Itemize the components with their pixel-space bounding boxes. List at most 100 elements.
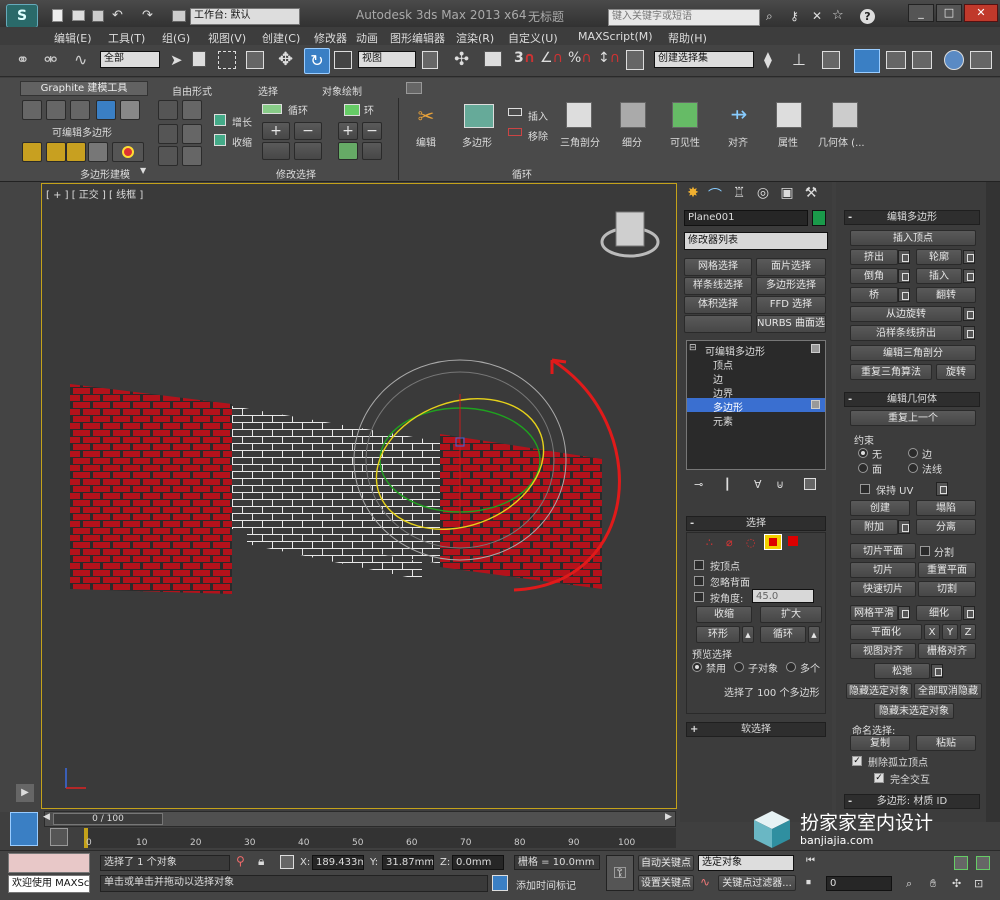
ribbon-options-icon[interactable] bbox=[406, 82, 422, 94]
modifier-list-dropdown[interactable]: 修改器列表 bbox=[684, 232, 828, 250]
preview-subobject-radio[interactable] bbox=[734, 662, 744, 672]
modify-tab-icon[interactable]: ⌒ bbox=[706, 185, 724, 204]
isolate-icon[interactable]: ⚲ bbox=[236, 854, 245, 868]
copy-button[interactable]: 复制 bbox=[850, 735, 910, 751]
project-folder-icon[interactable] bbox=[172, 10, 186, 22]
select-object-icon[interactable]: ➤ bbox=[170, 51, 183, 69]
target-icon[interactable] bbox=[112, 142, 144, 162]
object-name-field[interactable]: Plane001 bbox=[684, 210, 808, 226]
relax-settings-button[interactable] bbox=[931, 664, 943, 678]
cut-button[interactable]: 切割 bbox=[918, 581, 976, 597]
remove-label[interactable]: 移除 bbox=[528, 128, 548, 143]
orbit-icon[interactable]: ✣ bbox=[952, 877, 961, 890]
geometry-big-icon[interactable] bbox=[832, 102, 858, 128]
x-coord-field[interactable]: 189.433mm bbox=[312, 855, 364, 870]
ribbon-tab-selection[interactable]: 选择 bbox=[258, 83, 278, 98]
slice-button[interactable]: 切片 bbox=[850, 562, 916, 578]
outline-button[interactable]: 轮廓 bbox=[916, 249, 962, 265]
search-input[interactable]: 键入关键字或短语 bbox=[608, 9, 760, 26]
track-bar[interactable] bbox=[84, 828, 676, 848]
extrude-button[interactable]: 挤出 bbox=[850, 249, 898, 265]
viewport-layout-icon[interactable] bbox=[10, 812, 38, 846]
flip-button[interactable]: 翻转 bbox=[916, 287, 976, 303]
motion-tab-icon[interactable]: ◎ bbox=[754, 185, 772, 203]
retriangulate-button[interactable]: 重复三角算法 bbox=[850, 364, 932, 380]
ring-label[interactable]: 环 bbox=[364, 102, 374, 117]
redo-icon[interactable]: ↷ bbox=[142, 8, 153, 23]
preview-multi-label[interactable]: 多个 bbox=[800, 660, 820, 675]
viewport[interactable]: [ + ] [ 正交 ] [ 线框 ] bbox=[41, 183, 677, 809]
render-setup-icon[interactable] bbox=[944, 50, 964, 70]
triangulate-big-icon[interactable] bbox=[566, 102, 592, 128]
time-tag-icon[interactable] bbox=[492, 875, 508, 891]
pin-stack-icon[interactable]: ⊸ bbox=[694, 478, 703, 491]
extrude-along-spline-button[interactable]: 沿样条线挤出 bbox=[850, 325, 962, 341]
inset-button[interactable]: 插入 bbox=[916, 268, 962, 284]
zoom-icon[interactable]: ⌕ bbox=[906, 877, 912, 891]
meshsmooth-button[interactable]: 网格平滑 bbox=[850, 605, 898, 621]
remove-icon[interactable] bbox=[508, 128, 522, 136]
ribbon-tab-graphite[interactable]: Graphite 建模工具 bbox=[20, 81, 148, 96]
mod-sel-2-icon[interactable] bbox=[182, 100, 202, 120]
selected-set-dropdown[interactable]: 选定对象 bbox=[698, 855, 794, 871]
time-slider[interactable]: 0 / 100 ◀ ▶ bbox=[43, 811, 676, 827]
grow-icon[interactable] bbox=[214, 114, 226, 126]
by-vertex-label[interactable]: 按顶点 bbox=[710, 558, 740, 573]
stack-item-vertex[interactable]: 顶点 bbox=[713, 357, 733, 372]
menu-graph-editors[interactable]: 图形编辑器 bbox=[390, 30, 445, 46]
planar-y-button[interactable]: Y bbox=[942, 624, 958, 640]
outline-settings-button[interactable] bbox=[963, 250, 975, 264]
stack-item-element[interactable]: 元素 bbox=[713, 413, 733, 428]
menu-group[interactable]: 组(G) bbox=[162, 30, 190, 46]
edit-named-sets-icon[interactable] bbox=[626, 50, 644, 70]
workspace-dropdown[interactable]: 工作台: 默认 bbox=[190, 8, 300, 25]
bevel-settings-button[interactable] bbox=[898, 269, 910, 283]
poly-select-button[interactable]: 多边形选择 bbox=[756, 277, 826, 295]
unlink-icon[interactable]: ⚮ bbox=[44, 50, 57, 69]
polygon-modeling-square-icon[interactable] bbox=[96, 100, 116, 120]
time-config-icon[interactable]: ⏹ bbox=[806, 877, 811, 888]
polygon-modeling-footer[interactable]: 多边形建模 bbox=[80, 166, 130, 181]
set-key-button[interactable]: 设置关键点 bbox=[638, 875, 694, 891]
soft-selection-rollout-header[interactable]: + 软选择 bbox=[686, 722, 826, 737]
spinner-snap-icon[interactable]: ↕∩ bbox=[598, 50, 620, 66]
extrude-along-spline-settings-button[interactable] bbox=[963, 326, 975, 340]
key-icon[interactable]: ⚷ bbox=[790, 9, 799, 23]
split-checkbox[interactable] bbox=[920, 546, 930, 556]
polygon-level-icon-active[interactable] bbox=[764, 534, 782, 550]
loop-spinner[interactable]: ▲ bbox=[808, 626, 820, 643]
modify-selection-footer[interactable]: 修改选择 bbox=[276, 166, 316, 181]
patch-select-button[interactable]: 面片选择 bbox=[756, 258, 826, 276]
remove-modifier-icon[interactable]: ⊍ bbox=[776, 478, 784, 491]
ring-icon[interactable] bbox=[344, 104, 360, 116]
search-binoculars-icon[interactable]: ⌕ bbox=[766, 9, 773, 24]
y-coord-field[interactable]: 31.87mm bbox=[382, 855, 434, 870]
delete-isolated-label[interactable]: 删除孤立顶点 bbox=[868, 754, 928, 769]
auto-key-button[interactable]: 自动关键点 bbox=[638, 855, 694, 871]
loop-mode-button[interactable] bbox=[262, 142, 290, 160]
geometry-big-label[interactable]: 几何体 (... bbox=[818, 134, 865, 149]
ffd-select-button[interactable]: FFD 选择 bbox=[756, 296, 826, 314]
repeat-last-button[interactable]: 重复上一个 bbox=[850, 410, 976, 426]
cube-outline-icon[interactable] bbox=[88, 142, 108, 162]
grid-align-button[interactable]: 栅格对齐 bbox=[918, 643, 976, 659]
open-icon[interactable] bbox=[72, 10, 85, 21]
polygon-modeling-line-icon[interactable] bbox=[22, 100, 42, 120]
align-icon[interactable]: ⊥ bbox=[792, 50, 806, 69]
polygon-modeling-border-icon[interactable] bbox=[70, 100, 90, 120]
constraint-none-label[interactable]: 无 bbox=[872, 446, 882, 461]
nurbs-select-button[interactable]: NURBS 曲面选择 bbox=[756, 315, 826, 333]
stack-item-poly-toggle-icon[interactable] bbox=[811, 400, 820, 409]
visibility-big-icon[interactable] bbox=[672, 102, 698, 128]
red-bricks-left[interactable] bbox=[70, 384, 232, 594]
utilities-tab-icon[interactable]: ⚒ bbox=[802, 185, 820, 203]
viewcube[interactable] bbox=[615, 211, 645, 247]
ribbon-tab-freeform[interactable]: 自由形式 bbox=[172, 83, 212, 98]
ring-mode-button[interactable] bbox=[338, 142, 358, 160]
preview-disabled-label[interactable]: 禁用 bbox=[706, 660, 726, 675]
z-coord-field[interactable]: 0.0mm bbox=[452, 855, 504, 870]
view-align-button[interactable]: 视图对齐 bbox=[850, 643, 916, 659]
schematic-view-icon[interactable] bbox=[912, 51, 932, 69]
shrink-label[interactable]: 收缩 bbox=[232, 134, 252, 149]
stack-item-edge[interactable]: 边 bbox=[713, 371, 723, 386]
